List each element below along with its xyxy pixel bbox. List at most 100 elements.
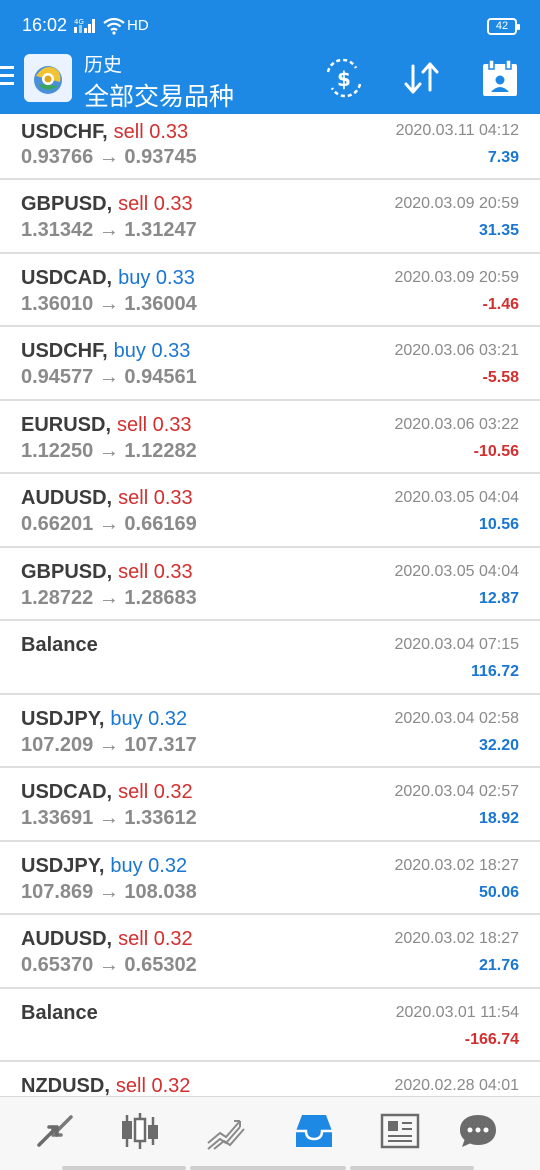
- deal-symbol: EURUSD, sell 0.33: [21, 414, 192, 437]
- deal-history-list[interactable]: USDCHF, sell 0.33 0.93766 → 0.93745 2020.03…: [0, 114, 540, 1096]
- deal-datetime: 2020.03.06 03:21: [394, 342, 519, 359]
- deal-row[interactable]: GBPUSD, sell 0.33 1.28722 → 1.28683 2020.03…: [0, 547, 540, 621]
- battery-icon: 42: [487, 18, 520, 35]
- deal-profit: 116.72: [470, 663, 519, 680]
- deal-symbol: USDJPY, buy 0.32: [21, 708, 187, 731]
- gesture-bar-segment: [62, 1166, 186, 1170]
- symbol-name: USDJPY,: [21, 707, 105, 730]
- deal-symbol: GBPUSD, sell 0.33: [21, 561, 193, 584]
- deal-profit: 31.35: [478, 222, 519, 239]
- deal-direction-volume: buy 0.33: [118, 266, 195, 289]
- deal-datetime: 2020.03.05 04:04: [394, 562, 519, 580]
- chart-icon[interactable]: [118, 1111, 162, 1151]
- deal-row[interactable]: USDJPY, buy 0.32 107.869 → 108.038 2020.03.…: [0, 841, 540, 915]
- deal-row[interactable]: USDCAD, buy 0.33 1.36010 → 1.36004 2020.03.…: [0, 253, 540, 327]
- sort-icon[interactable]: [400, 58, 444, 98]
- symbol-name: GBPUSD,: [21, 560, 113, 583]
- status-time: 16:02: [22, 15, 68, 35]
- symbol-name: USDJPY,: [21, 854, 105, 877]
- deal-prices: 1.36010 → 1.36004: [21, 292, 197, 315]
- app-bar: 16:02 4G HD 42 历史 全部交易品种 $: [0, 0, 540, 114]
- deal-prices: 1.12250 → 1.12282: [21, 439, 197, 462]
- deal-profit: -5.58: [482, 369, 519, 386]
- balance-row[interactable]: Balance 2020.03.01 11:54 -166.74: [0, 988, 540, 1062]
- deal-direction-volume: sell 0.33: [118, 560, 193, 583]
- symbol-name: USDCAD,: [21, 266, 113, 289]
- deal-row[interactable]: USDCHF, sell 0.33 0.93766 → 0.93745 2020.03…: [0, 114, 540, 180]
- deal-profit: -166.74: [464, 1030, 519, 1048]
- deal-profit: 12.87: [478, 589, 519, 607]
- deal-symbol: USDCAD, sell 0.32: [21, 781, 193, 804]
- deal-datetime: 2020.03.02 18:27: [394, 930, 519, 947]
- deal-row[interactable]: USDCHF, buy 0.33 0.94577 → 0.94561 2020.03.…: [0, 327, 540, 401]
- deal-prices: 1.28722 → 1.28683: [21, 586, 197, 609]
- deal-direction-volume: sell 0.32: [118, 928, 193, 950]
- deal-symbol: USDJPY, buy 0.32: [21, 855, 187, 878]
- deal-profit: 10.56: [478, 516, 519, 533]
- deal-profit: 32.20: [478, 736, 519, 754]
- deal-direction-volume: buy 0.32: [110, 854, 188, 877]
- deal-datetime: 2020.03.01 11:54: [395, 1003, 519, 1021]
- deal-symbol: Balance: [21, 1002, 98, 1025]
- deal-row[interactable]: USDJPY, buy 0.32 107.209 → 107.317 2020.03.…: [0, 694, 540, 768]
- deal-prices: 1.33691 → 1.33612: [21, 807, 197, 829]
- deal-symbol: NZDUSD, sell 0.32: [21, 1075, 190, 1096]
- deal-row[interactable]: GBPUSD, sell 0.33 1.31342 → 1.31247 2020.03…: [0, 180, 540, 254]
- calendar-icon[interactable]: [478, 58, 522, 98]
- deal-symbol: USDCHF, buy 0.33: [21, 340, 190, 363]
- gesture-bar-segment: [190, 1166, 346, 1170]
- gesture-bar-segment: [350, 1166, 474, 1170]
- balance-row[interactable]: Balance 2020.03.04 07:15 116.72: [0, 621, 540, 695]
- deal-row[interactable]: USDCAD, sell 0.32 1.33691 → 1.33612 2020.03…: [0, 768, 540, 842]
- chat-icon[interactable]: [456, 1111, 500, 1151]
- currency-exchange-icon[interactable]: $: [322, 58, 366, 98]
- deal-direction-volume: sell 0.33: [117, 413, 192, 436]
- network-type: HD: [127, 17, 149, 34]
- deal-row[interactable]: EURUSD, sell 0.33 1.12250 → 1.12282 2020.03…: [0, 400, 540, 474]
- trade-icon[interactable]: [204, 1111, 248, 1151]
- deal-direction-volume: sell 0.32: [115, 1075, 191, 1096]
- symbol-name: USDCHF,: [21, 121, 108, 143]
- deal-prices: 1.31342 → 1.31247: [21, 219, 197, 241]
- wifi-icon: [102, 17, 126, 35]
- symbol-name: NZDUSD,: [21, 1075, 110, 1096]
- symbol-filter[interactable]: 全部交易品种: [84, 77, 234, 113]
- deal-profit: 21.76: [478, 957, 519, 974]
- status-bar: 16:02 4G HD 42: [0, 0, 540, 52]
- deal-datetime: 2020.03.04 07:15: [394, 636, 519, 653]
- deal-prices: 107.209 → 107.317: [21, 733, 197, 756]
- deal-row[interactable]: AUDUSD, sell 0.33 0.66201 → 0.66169 2020.03…: [0, 474, 540, 548]
- symbol-name: Balance: [21, 634, 98, 656]
- deal-direction-volume: sell 0.33: [118, 193, 193, 215]
- page-subtitle: 历史: [84, 55, 123, 76]
- svg-text:$: $: [337, 67, 351, 91]
- symbol-name: EURUSD,: [21, 413, 112, 436]
- deal-direction-volume: buy 0.32: [110, 707, 188, 730]
- deal-row[interactable]: AUDUSD, sell 0.32 0.65370 → 0.65302 2020.03…: [0, 915, 540, 989]
- deal-prices: 0.65370 → 0.65302: [21, 954, 197, 976]
- deal-prices: 0.66201 → 0.66169: [21, 513, 197, 535]
- deal-datetime: 2020.03.05 04:04: [394, 489, 519, 506]
- deal-datetime: 2020.03.04 02:57: [394, 783, 519, 800]
- symbol-name: USDCHF,: [21, 340, 108, 362]
- news-icon[interactable]: [378, 1111, 422, 1151]
- deal-profit: -10.56: [473, 442, 519, 460]
- menu-icon[interactable]: [0, 66, 16, 88]
- deal-profit: 7.39: [487, 149, 519, 166]
- deal-symbol: GBPUSD, sell 0.33: [21, 193, 193, 216]
- deal-symbol: AUDUSD, sell 0.33: [21, 487, 193, 510]
- symbol-name: Balance: [21, 1001, 98, 1024]
- deal-profit: 50.06: [478, 883, 519, 901]
- deal-symbol: USDCAD, buy 0.33: [21, 267, 195, 290]
- deal-direction-volume: sell 0.32: [118, 781, 193, 803]
- deal-direction-volume: buy 0.33: [113, 340, 191, 362]
- deal-direction-volume: sell 0.33: [113, 121, 189, 143]
- symbol-name: GBPUSD,: [21, 193, 113, 215]
- quotes-icon[interactable]: [33, 1111, 77, 1151]
- history-icon[interactable]: [292, 1111, 336, 1151]
- metatrader-logo[interactable]: [24, 54, 72, 102]
- symbol-name: AUDUSD,: [21, 487, 113, 509]
- deal-row[interactable]: NZDUSD, sell 0.32 2020.02.28 04:01: [0, 1062, 540, 1096]
- deal-symbol: Balance: [21, 634, 98, 657]
- deal-profit: -1.46: [482, 295, 519, 313]
